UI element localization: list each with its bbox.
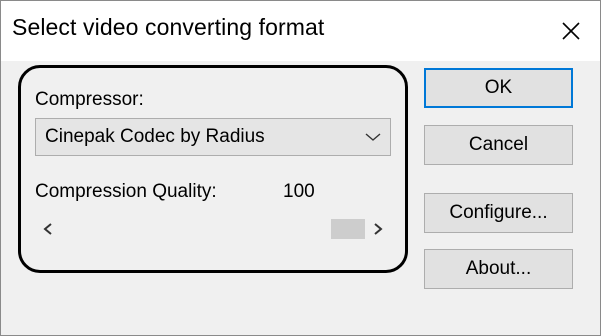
configure-button[interactable]: Configure... [424, 193, 573, 233]
title-bar: Select video converting format [1, 1, 600, 61]
slider-track[interactable] [61, 219, 365, 239]
cancel-button[interactable]: Cancel [424, 125, 573, 165]
close-button[interactable] [542, 1, 600, 61]
compressor-selected-value: Cinepak Codec by Radius [45, 126, 265, 147]
compressor-dropdown[interactable]: Cinepak Codec by Radius [35, 118, 391, 156]
scroll-right-button[interactable] [367, 219, 389, 239]
chevron-down-icon [365, 133, 381, 141]
chevron-left-icon [43, 223, 52, 235]
compressor-label: Compressor: [35, 89, 144, 110]
window-title: Select video converting format [12, 14, 325, 40]
compression-quality-value: 100 [283, 181, 315, 202]
slider-thumb[interactable] [331, 219, 365, 239]
about-button[interactable]: About... [424, 249, 573, 289]
ok-button[interactable]: OK [424, 68, 573, 108]
compression-quality-label: Compression Quality: [35, 181, 217, 202]
close-icon [562, 22, 580, 40]
dialog-window: Select video converting format Compresso… [0, 0, 601, 336]
scroll-left-button[interactable] [37, 219, 59, 239]
chevron-right-icon [374, 223, 383, 235]
compression-quality-slider[interactable] [37, 216, 389, 242]
